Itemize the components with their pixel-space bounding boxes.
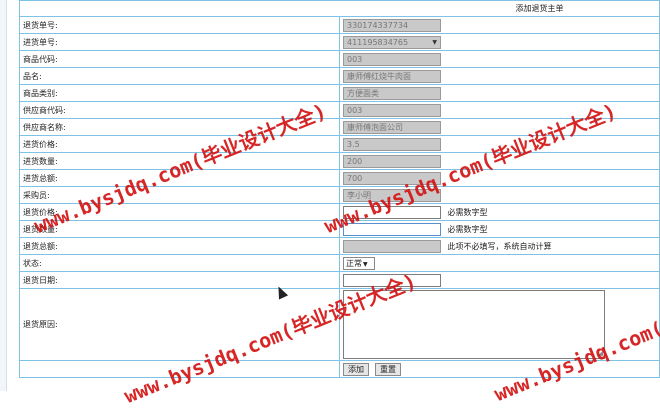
return-date-input[interactable] <box>343 273 441 287</box>
supplier-name-field[interactable]: 康师傅泡面公司 <box>343 120 441 134</box>
purchase-price-field[interactable]: 3.5 <box>343 137 441 151</box>
purchase-qty-field[interactable]: 200 <box>343 154 441 168</box>
field-label: 退货总额: <box>19 237 340 255</box>
return-price-input[interactable] <box>343 205 441 219</box>
field-label: 进货数量: <box>19 152 340 170</box>
buyer-field[interactable]: 李小明 <box>343 188 441 202</box>
left-panel-strip <box>0 0 7 391</box>
form-row-return-price: 退货价格: 必需数字型 <box>19 203 660 221</box>
field-label: 退货数量: <box>19 220 340 238</box>
product-name-field[interactable]: 康师傅红烧牛肉面 <box>343 69 441 83</box>
field-label: 商品类别: <box>19 84 340 102</box>
return-order-form: 添加退货主单 退货单号: 330174337734 进货单号: 41119583… <box>19 0 660 378</box>
field-label: 状态: <box>19 254 340 272</box>
field-label: 采购员: <box>19 186 340 204</box>
field-label: 退货日期: <box>19 271 340 289</box>
form-row-return-total: 退货总额: 此项不必填写，系统自动计算 <box>19 237 660 255</box>
category-field[interactable]: 方便面类 <box>343 86 441 100</box>
form-row-return-date: 退货日期: <box>19 271 660 289</box>
page-frame: 添加退货主单 退货单号: 330174337734 进货单号: 41119583… <box>0 0 660 408</box>
form-row-purchase-qty: 进货数量: 200 <box>19 152 660 170</box>
field-label: 商品代码: <box>19 50 340 68</box>
form-row-actions: 添加 重置 <box>19 360 660 378</box>
supplier-code-field[interactable]: 003 <box>343 103 441 117</box>
field-label: 退货价格: <box>19 203 340 221</box>
chevron-down-icon: ▼ <box>432 38 437 46</box>
field-label: 供应商名称: <box>19 118 340 136</box>
purchase-total-field[interactable]: 700 <box>343 171 441 185</box>
add-button[interactable]: 添加 <box>343 362 369 376</box>
form-row-product-name: 品名: 康师傅红烧牛肉面 <box>19 67 660 85</box>
status-value: 正常 <box>346 258 362 268</box>
return-qty-hint: 必需数字型 <box>447 224 488 234</box>
resize-grip-icon[interactable]: ◢ <box>598 350 603 357</box>
purchase-no-value: 411195834765 <box>347 37 409 47</box>
form-row-purchase-price: 进货价格: 3.5 <box>19 135 660 153</box>
return-qty-input[interactable] <box>343 222 441 236</box>
form-row-product-code: 商品代码: 003 <box>19 50 660 68</box>
field-label: 进货总额: <box>19 169 340 187</box>
field-label: 进货单号: <box>19 33 340 51</box>
return-total-field <box>343 239 441 253</box>
form-title: 添加退货主单 <box>515 4 564 13</box>
form-row-supplier-name: 供应商名称: 康师傅泡面公司 <box>19 118 660 136</box>
actions-label-cell <box>19 360 340 378</box>
form-row-supplier-code: 供应商代码: 003 <box>19 101 660 119</box>
form-row-return-qty: 退货数量: 必需数字型 <box>19 220 660 238</box>
form-header-cell: 添加退货主单 <box>19 0 660 17</box>
form-row-buyer: 采购员: 李小明 <box>19 186 660 204</box>
chevron-down-icon: ▼ <box>363 260 368 268</box>
field-label: 退货单号: <box>19 16 340 34</box>
return-reason-textarea[interactable]: ◢ <box>343 290 605 359</box>
product-code-field[interactable]: 003 <box>343 52 441 66</box>
return-total-hint: 此项不必填写，系统自动计算 <box>447 241 552 251</box>
form-row-status: 状态: 正常▼ <box>19 254 660 272</box>
field-label: 进货价格: <box>19 135 340 153</box>
field-label: 供应商代码: <box>19 101 340 119</box>
form-row-purchase-total: 进货总额: 700 <box>19 169 660 187</box>
return-price-hint: 必需数字型 <box>447 207 488 217</box>
form-row-return-no: 退货单号: 330174337734 <box>19 16 660 34</box>
field-label: 品名: <box>19 67 340 85</box>
form-row-return-reason: 退货原因: ◢ <box>19 288 660 361</box>
reset-button[interactable]: 重置 <box>375 362 401 376</box>
field-label: 退货原因: <box>19 288 340 361</box>
status-select[interactable]: 正常▼ <box>343 256 375 270</box>
form-row-purchase-no: 进货单号: 411195834765 ▼ <box>19 33 660 51</box>
form-row-category: 商品类别: 方便面类 <box>19 84 660 102</box>
form-header-row: 添加退货主单 <box>19 0 660 17</box>
purchase-no-select[interactable]: 411195834765 ▼ <box>343 35 441 49</box>
return-no-field[interactable]: 330174337734 <box>343 18 441 32</box>
